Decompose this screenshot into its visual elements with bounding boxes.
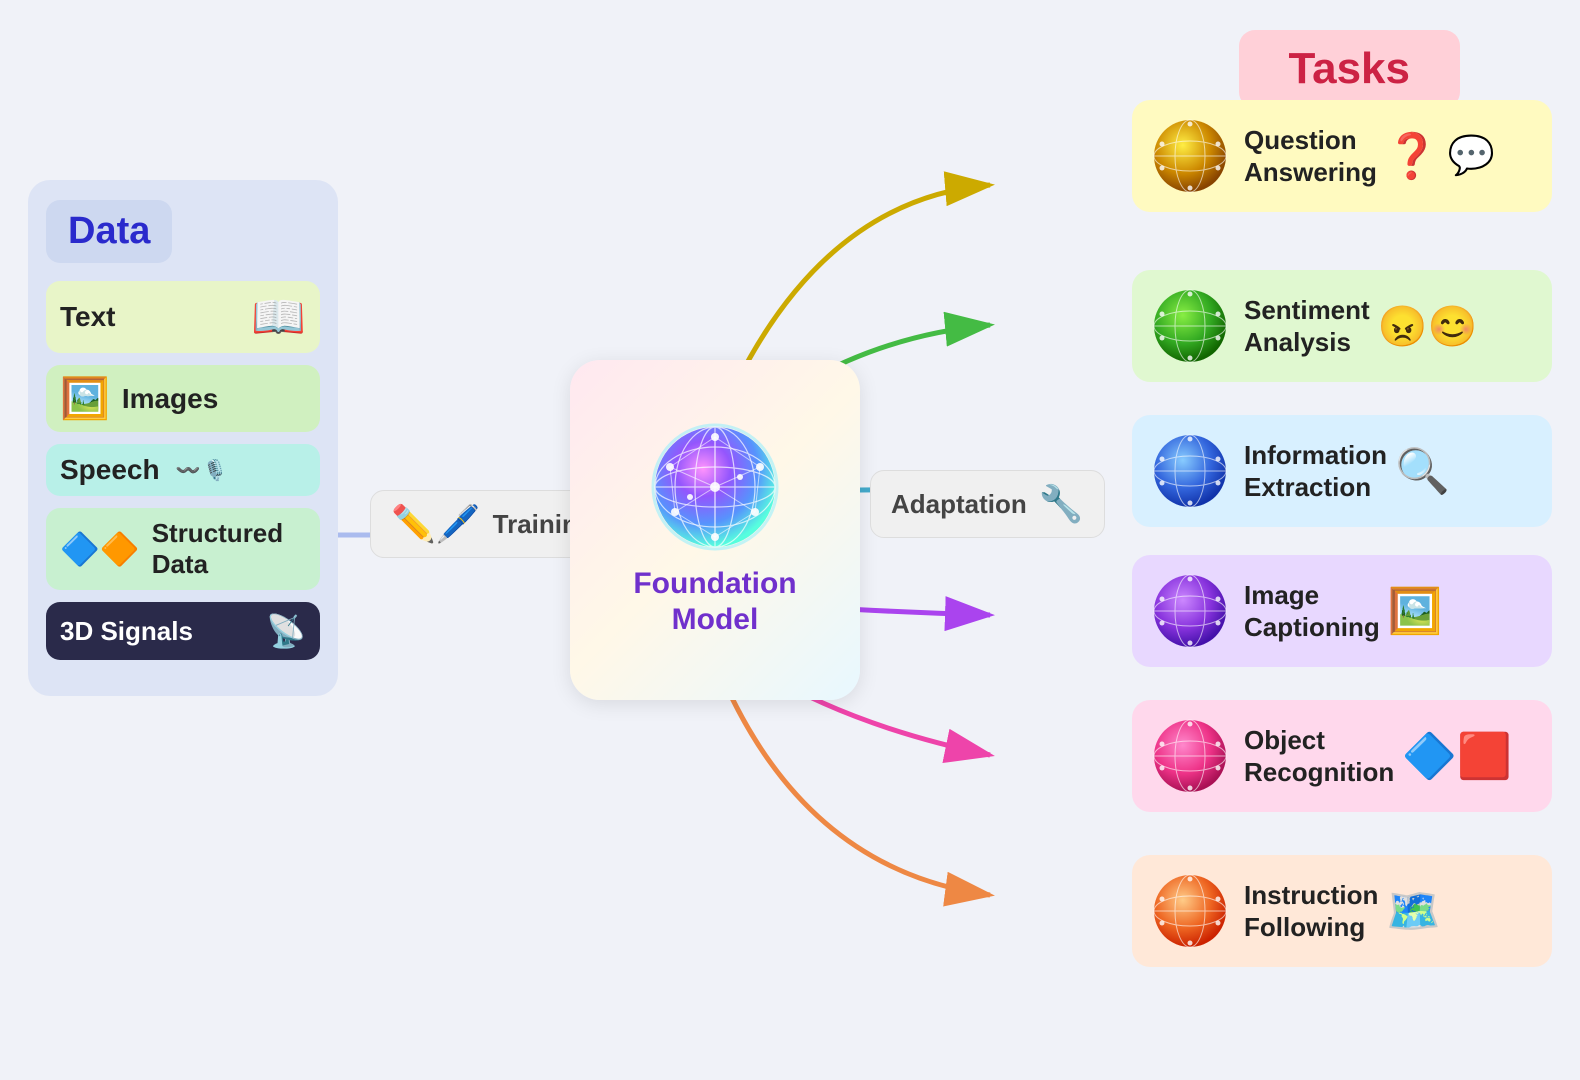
signals-label: 3D Signals <box>60 616 193 647</box>
sentiment-text-area: SentimentAnalysis 😠😊 <box>1244 294 1534 359</box>
data-item-speech: Speech 〰️🎙️ <box>46 444 320 496</box>
data-item-signals: 3D Signals 📡 <box>46 602 320 660</box>
instr-text-area: InstructionFollowing 🗺️ <box>1244 879 1534 944</box>
map-icon: 🗺️ <box>1386 885 1441 937</box>
data-panel: Data Text 📖 🖼️ Images Speech 〰️🎙️ 🔷🔶 Str… <box>28 180 338 696</box>
data-title: Data <box>68 210 150 252</box>
speech-label: Speech <box>60 454 160 486</box>
data-item-text: Text 📖 <box>46 281 320 353</box>
pencils-icon: ✏️🖊️ <box>391 503 481 545</box>
data-item-images: 🖼️ Images <box>46 365 320 432</box>
structured-icon: 🔷🔶 <box>60 530 140 568</box>
obj-text-area: ObjectRecognition 🔷🟥 <box>1244 724 1534 789</box>
task-card-info-extract: InformationExtraction 🔍 <box>1132 415 1552 527</box>
info-globe <box>1150 431 1230 511</box>
sentiment-globe <box>1150 286 1230 366</box>
foundation-title: Foundation Model <box>633 566 796 638</box>
instr-label: InstructionFollowing <box>1244 879 1378 944</box>
text-label: Text <box>60 301 116 333</box>
tasks-header: Tasks <box>1239 30 1461 108</box>
wave-icon: 〰️🎙️ <box>176 458 230 483</box>
task-card-img-caption: ImageCaptioning 🖼️ <box>1132 555 1552 667</box>
qa-icon: ❓ <box>1385 130 1440 182</box>
qa-label: QuestionAnswering <box>1244 124 1377 189</box>
foundation-globe-icon <box>650 422 780 552</box>
qa-globe <box>1150 116 1230 196</box>
wrench-icon: 🔧 <box>1039 483 1084 525</box>
adaptation-label: Adaptation <box>891 489 1027 520</box>
task-card-obj-recog: ObjectRecognition 🔷🟥 <box>1132 700 1552 812</box>
task-card-instr-follow: InstructionFollowing 🗺️ <box>1132 855 1552 967</box>
info-text-area: InformationExtraction 🔍 <box>1244 439 1534 504</box>
obj-globe <box>1150 716 1230 796</box>
photo-icon: 🖼️ <box>1388 585 1443 637</box>
sentiment-icons: 😠😊 <box>1378 303 1478 350</box>
chat-icon: 💬 <box>1448 134 1495 178</box>
caption-label: ImageCaptioning <box>1244 579 1380 644</box>
images-label: Images <box>122 383 219 415</box>
foundation-model-box: Foundation Model <box>570 360 860 700</box>
wifi-device-icon: 📡 <box>266 612 306 650</box>
data-title-box: Data <box>46 200 172 263</box>
instr-globe <box>1150 871 1230 951</box>
structured-label: StructuredData <box>152 518 283 580</box>
sentiment-label: SentimentAnalysis <box>1244 294 1370 359</box>
tasks-title: Tasks <box>1289 44 1411 93</box>
task-card-qa: QuestionAnswering ❓ 💬 <box>1132 100 1552 212</box>
caption-text-area: ImageCaptioning 🖼️ <box>1244 579 1534 644</box>
info-label: InformationExtraction <box>1244 439 1387 504</box>
adaptation-box: Adaptation 🔧 <box>870 470 1105 538</box>
magnifier-icon: 🔍 <box>1395 445 1450 497</box>
obj-label: ObjectRecognition <box>1244 724 1394 789</box>
caption-globe <box>1150 571 1230 651</box>
shapes-icon: 🔷🟥 <box>1402 730 1512 782</box>
book-icon: 📖 <box>251 291 306 343</box>
qa-text-area: QuestionAnswering ❓ 💬 <box>1244 124 1534 189</box>
data-item-structured: 🔷🔶 StructuredData <box>46 508 320 590</box>
images-stack-icon: 🖼️ <box>60 375 110 422</box>
task-card-sentiment: SentimentAnalysis 😠😊 <box>1132 270 1552 382</box>
